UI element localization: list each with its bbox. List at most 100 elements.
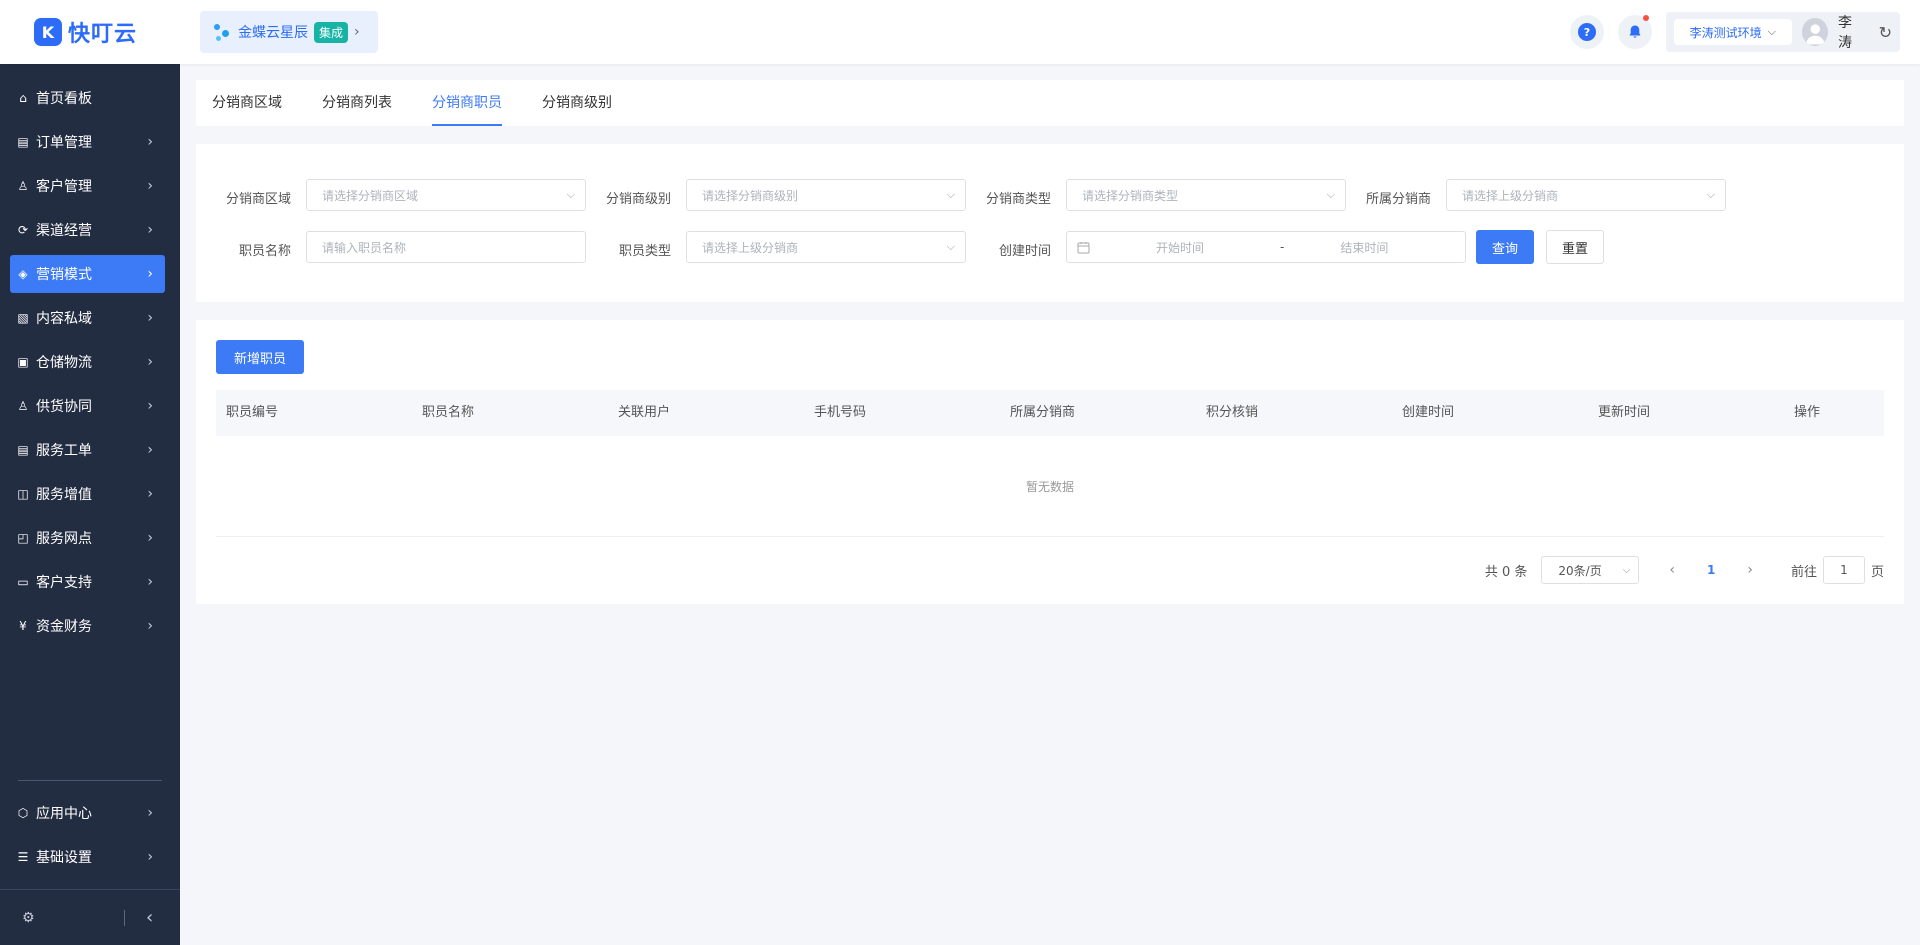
filter-panel: 分销商区域 请选择分销商区域 ⌵ 分销商级别 请选择分销商级别 ⌵ 分销商类型 … [196,144,1904,302]
goto-label: 前往 [1790,564,1817,580]
next-page-icon[interactable]: › [1747,562,1753,578]
sidebar-item-customers[interactable]: ♙ 客户管理 › [10,167,165,205]
sidebar-item-label: 供货协同 [36,399,92,415]
region-select[interactable]: 请选择分销商区域 ⌵ [306,179,586,211]
type-label: 分销商类型 [985,192,1051,207]
supplier-icon: ♙ [17,399,29,413]
column-staff-name: 职员名称 [422,405,475,420]
staff-type-select[interactable]: 请选择上级分销商 ⌵ [686,231,966,263]
sidebar-item-label: 仓储物流 [36,355,92,371]
staff-name-placeholder: 请输入职员名称 [322,240,407,255]
sidebar-item-label: 基础设置 [36,850,92,866]
sidebar-item-service-tickets[interactable]: ▤ 服务工单 › [10,431,165,469]
notification-button[interactable] [1618,15,1652,49]
sidebar-item-supply[interactable]: ♙ 供货协同 › [10,387,165,425]
sidebar-item-finance[interactable]: ¥ 资金财务 › [10,607,165,645]
staff-name-input[interactable]: 请输入职员名称 [306,231,586,263]
sidebar-item-label: 营销模式 [36,267,92,283]
sidebar-item-label: 客户支持 [36,575,92,591]
sidebar-item-value-added[interactable]: ◫ 服务增值 › [10,475,165,513]
end-time-input[interactable]: 结束时间 [1340,239,1388,256]
current-page[interactable]: 1 [1707,563,1715,577]
chevron-down-icon: ⌵ [1622,564,1631,576]
column-staff-id: 职员编号 [226,405,279,420]
chevron-right-icon: › [147,530,153,546]
sidebar-item-orders[interactable]: ▤ 订单管理 › [10,123,165,161]
page-suffix: 页 [1870,564,1884,580]
page-size-value: 20条/页 [1558,563,1602,578]
support-icon: ▭ [17,575,29,589]
user-icon: ♙ [17,179,29,193]
parent-placeholder: 请选择上级分销商 [1462,188,1559,203]
sidebar-item-basic-settings[interactable]: ☰ 基础设置 › [10,838,165,876]
notification-dot [1643,15,1649,21]
parent-select[interactable]: 请选择上级分销商 ⌵ [1446,179,1726,211]
tab-distributor-level[interactable]: 分销商级别 [542,80,612,126]
sidebar-item-label: 服务工单 [36,443,92,459]
sidebar-item-label: 渠道经营 [36,223,92,239]
environment-select[interactable]: 李涛测试环境 ⌵ [1674,19,1792,45]
sidebar-item-support[interactable]: ▭ 客户支持 › [10,563,165,601]
logo-icon: K [34,18,62,46]
sidebar-item-marketing[interactable]: ◈ 营销模式 › [10,255,165,293]
chevron-right-icon: › [147,222,153,238]
chevron-right-icon: › [147,354,153,370]
staff-name-label: 职员名称 [238,244,291,259]
sidebar-item-channels[interactable]: ⟳ 渠道经营 › [10,211,165,249]
kingdee-logo-icon [214,22,230,42]
sidebar-item-label: 首页看板 [36,91,92,107]
footer-separator [124,909,125,926]
type-placeholder: 请选择分销商类型 [1082,188,1179,203]
sidebar-item-app-center[interactable]: ⬡ 应用中心 › [10,794,165,832]
page-size-select[interactable]: 20条/页 ⌵ [1541,556,1640,584]
sidebar-item-label: 订单管理 [36,135,92,151]
collapse-sidebar-icon[interactable]: ‹ [146,907,153,928]
tab-distributor-staff[interactable]: 分销商职员 [432,80,502,126]
settings-sliders-icon: ☰ [17,850,29,864]
brand-name: 快叮云 [68,22,138,47]
sidebar: ⌂ 首页看板 ▤ 订单管理 › ♙ 客户管理 › ⟳ 渠道经营 › ◈ 营销模式… [0,64,180,945]
level-select[interactable]: 请选择分销商级别 ⌵ [686,179,966,211]
sidebar-item-warehouse[interactable]: ▣ 仓储物流 › [10,343,165,381]
add-staff-button[interactable]: 新增职员 [216,340,304,374]
chevron-right-icon: › [147,178,153,194]
home-icon: ⌂ [19,91,27,105]
integration-chip[interactable]: 金蝶云星辰 集成 › [200,11,378,53]
avatar[interactable] [1801,18,1829,46]
brand-logo[interactable]: K 快叮云 [0,0,180,64]
tab-distributor-list[interactable]: 分销商列表 [322,80,392,126]
prev-page-icon[interactable]: ‹ [1669,562,1675,578]
settings-gear-icon[interactable]: ⚙ [22,910,35,926]
reset-button[interactable]: 重置 [1546,230,1604,264]
user-box: 李涛测试环境 ⌵ 李涛 ↻ [1666,12,1900,52]
image-icon: ▧ [17,311,29,325]
sidebar-item-label: 服务增值 [36,487,92,503]
chevron-right-icon: › [354,24,360,40]
cube-icon: ⬡ [17,806,29,820]
level-label: 分销商级别 [605,192,671,207]
type-select[interactable]: 请选择分销商类型 ⌵ [1066,179,1346,211]
table-header: 职员编号 职员名称 关联用户 手机号码 所属分销商 积分核销 创建时间 更新时间… [216,390,1884,436]
help-button[interactable]: ? [1570,15,1604,49]
sidebar-item-label: 客户管理 [36,179,92,195]
sidebar-item-label: 服务网点 [36,531,92,547]
column-distributor: 所属分销商 [1010,405,1076,420]
sidebar-item-service-points[interactable]: ◰ 服务网点 › [10,519,165,557]
region-label: 分销商区域 [225,192,291,207]
sidebar-item-content[interactable]: ▧ 内容私域 › [10,299,165,337]
staff-type-placeholder: 请选择上级分销商 [702,240,799,255]
empty-state: 暂无数据 [1025,480,1074,494]
query-button[interactable]: 查询 [1476,230,1534,264]
tab-distributor-region[interactable]: 分销商区域 [212,80,282,126]
refresh-icon[interactable]: ↻ [1879,23,1892,42]
start-time-input[interactable]: 开始时间 [1156,239,1204,256]
user-name[interactable]: 李涛 [1838,12,1865,52]
chevron-right-icon: › [147,310,153,326]
chevron-right-icon: › [147,398,153,414]
goto-page-input[interactable]: 1 [1822,556,1865,584]
created-date-range[interactable]: 开始时间 - 结束时间 [1066,231,1466,263]
tab-bar: 分销商区域 分销商列表 分销商职员 分销商级别 [196,80,1904,126]
tag-icon: ◈ [18,267,28,281]
header-actions: ? 李涛测试环境 ⌵ 李涛 ↻ [1570,0,1920,64]
sidebar-item-dashboard[interactable]: ⌂ 首页看板 [10,79,165,117]
